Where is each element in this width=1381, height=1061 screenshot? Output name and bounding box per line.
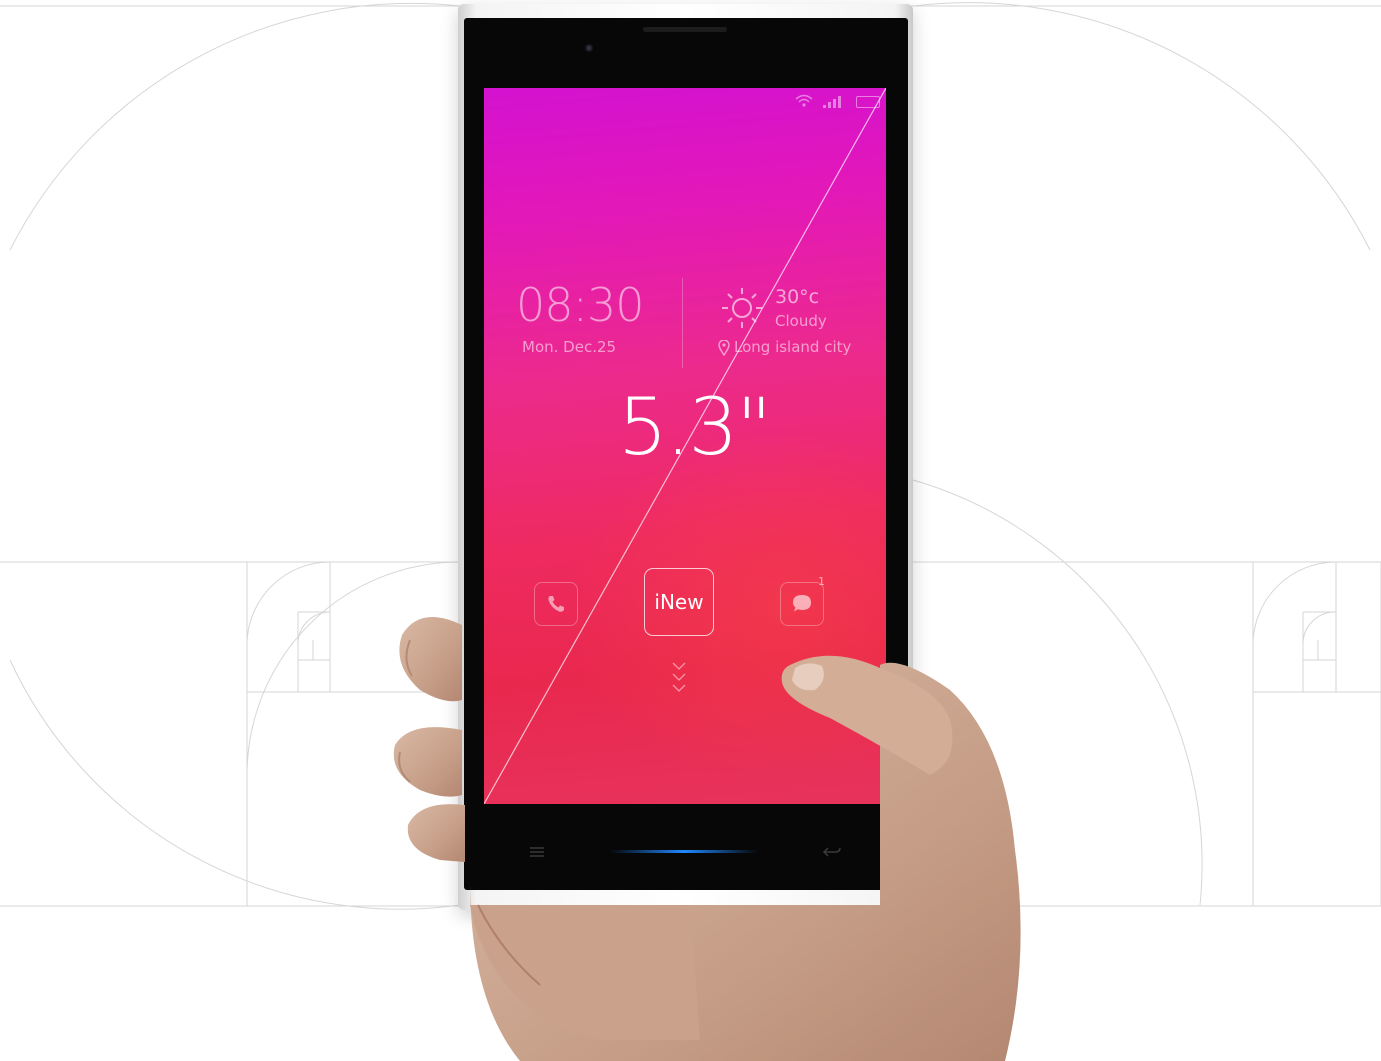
hand-holding-phone xyxy=(393,617,1021,1061)
